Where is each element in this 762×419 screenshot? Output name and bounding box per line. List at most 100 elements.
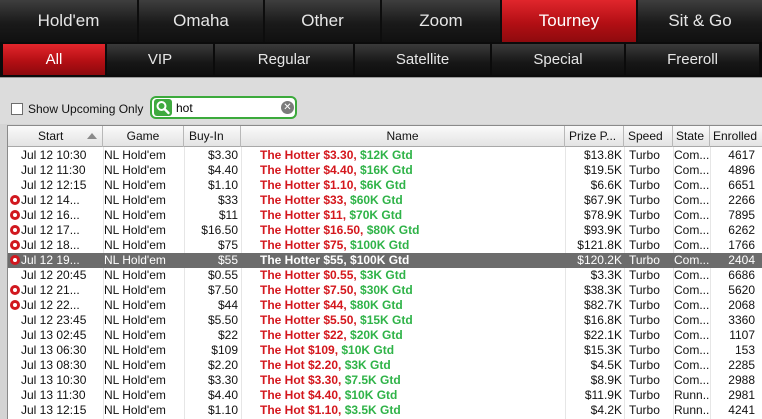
- table-row[interactable]: Jul 12 23:45 NL Hold'em $5.50 $16.8K Turbo Co…: [8, 313, 762, 328]
- cell-enrolled: 2404: [728, 253, 755, 267]
- table-row[interactable]: Jul 12 17... NL Hold'em $16.50 $93.9K Turbo C…: [8, 223, 762, 238]
- cell-state: Com...: [674, 238, 710, 252]
- cell-state: Com...: [674, 253, 710, 267]
- cell-state: Runn...: [674, 388, 710, 402]
- col-state[interactable]: State: [673, 126, 710, 147]
- sort-ascending-icon: [87, 133, 97, 139]
- featured-star-icon: [10, 225, 20, 235]
- cell-state: Com...: [674, 328, 710, 342]
- cell-enrolled: 2068: [728, 298, 755, 312]
- cell-buyin: $2.20: [207, 358, 238, 372]
- cell-start: Jul 12 20:45: [21, 268, 87, 282]
- col-enrolled[interactable]: Enrolled: [710, 126, 762, 147]
- tournament-name: The Hot $1.10,: [260, 403, 345, 417]
- featured-star-icon: [10, 210, 20, 220]
- cell-speed: Turbo: [629, 343, 660, 357]
- cell-game: NL Hold'em: [104, 163, 166, 177]
- cell-prize: $120.2K: [577, 253, 622, 267]
- tab-tourney[interactable]: Tourney: [502, 0, 636, 42]
- col-buyin[interactable]: Buy-In: [184, 126, 241, 147]
- checkbox-box[interactable]: [11, 103, 23, 115]
- cell-buyin: $4.40: [207, 163, 238, 177]
- table-row[interactable]: Jul 13 10:30 NL Hold'em $3.30 $8.9K Turbo Com…: [8, 373, 762, 388]
- cell-enrolled: 5620: [728, 283, 755, 297]
- clear-search-icon[interactable]: ✕: [281, 101, 294, 114]
- guarantee-amount: $30K Gtd: [360, 283, 413, 297]
- tab-satellite[interactable]: Satellite: [355, 44, 490, 75]
- table-row[interactable]: Jul 12 20:45 NL Hold'em $0.55 $3.3K Turbo Com…: [8, 268, 762, 283]
- tab-all[interactable]: All: [3, 44, 105, 75]
- table-header: Start Game Buy-In Name Prize P... Speed …: [8, 126, 762, 147]
- table-row[interactable]: Jul 13 02:45 NL Hold'em $22 $22.1K Turbo Com.…: [8, 328, 762, 343]
- table-row[interactable]: Jul 13 11:30 NL Hold'em $4.40 $11.9K Turbo Ru…: [8, 388, 762, 403]
- guarantee-amount: $70K Gtd: [349, 208, 403, 222]
- guarantee-amount: $100K Gtd: [350, 253, 410, 267]
- search-icon: [154, 99, 172, 116]
- cell-buyin: $16.50: [201, 223, 238, 237]
- col-speed[interactable]: Speed: [624, 126, 673, 147]
- table-row[interactable]: Jul 12 14... NL Hold'em $33 $67.9K Turbo Com.…: [8, 193, 762, 208]
- cell-buyin: $11: [218, 208, 238, 222]
- col-game[interactable]: Game: [103, 126, 184, 147]
- tab-omaha[interactable]: Omaha: [139, 0, 263, 42]
- cell-buyin: $75: [217, 238, 238, 252]
- cell-prize: $4.2K: [590, 403, 622, 417]
- cell-enrolled: 2266: [728, 193, 755, 207]
- guarantee-amount: $3.5K Gtd: [344, 403, 401, 417]
- cell-prize: $8.9K: [590, 373, 622, 387]
- tournament-name: The Hotter $11,: [260, 208, 350, 222]
- table-row[interactable]: Jul 12 12:15 NL Hold'em $1.10 $6.6K Turbo Com…: [8, 178, 762, 193]
- guarantee-amount: $12K Gtd: [360, 148, 413, 162]
- cell-start: Jul 13 02:45: [21, 328, 87, 342]
- tab-vip[interactable]: VIP: [107, 44, 213, 75]
- table-row[interactable]: Jul 12 22... NL Hold'em $44 $82.7K Turbo Com.…: [8, 298, 762, 313]
- cell-name: The Hotter $33, $60K Gtd: [260, 193, 560, 208]
- cell-game: NL Hold'em: [104, 148, 166, 162]
- poker-lobby: Hold'em Omaha Other Zoom Tourney Sit & G…: [0, 0, 762, 419]
- cell-prize: $38.3K: [583, 283, 622, 297]
- guarantee-amount: $10K Gtd: [341, 343, 395, 357]
- guarantee-amount: $3K Gtd: [344, 358, 391, 372]
- cell-game: NL Hold'em: [104, 343, 166, 357]
- table-row[interactable]: Jul 13 12:15 NL Hold'em $1.10 $4.2K Turbo Run…: [8, 403, 762, 418]
- col-name[interactable]: Name: [241, 126, 565, 147]
- col-prize-pool[interactable]: Prize P...: [565, 126, 624, 147]
- cell-game: NL Hold'em: [104, 403, 166, 417]
- tab-sit-and-go[interactable]: Sit & Go: [638, 0, 762, 42]
- tournament-name: The Hot $109,: [260, 343, 342, 357]
- tab-freeroll[interactable]: Freeroll: [626, 44, 759, 75]
- cell-speed: Turbo: [629, 178, 660, 192]
- tab-zoom[interactable]: Zoom: [382, 0, 500, 42]
- col-start[interactable]: Start: [8, 126, 103, 147]
- tournament-name: The Hot $3.30,: [260, 373, 345, 387]
- tab-holdem[interactable]: Hold'em: [0, 0, 137, 42]
- cell-speed: Turbo: [629, 313, 660, 327]
- cell-start: Jul 13 06:30: [21, 343, 87, 357]
- cell-prize: $4.5K: [590, 358, 622, 372]
- cell-speed: Turbo: [629, 163, 660, 177]
- table-body: Jul 12 10:30 NL Hold'em $3.30 $13.8K Turbo Co…: [8, 148, 762, 418]
- cell-speed: Turbo: [629, 193, 660, 207]
- tab-special[interactable]: Special: [492, 44, 624, 75]
- tournament-name: The Hotter $5.50,: [260, 313, 361, 327]
- cell-enrolled: 6686: [728, 268, 755, 282]
- show-upcoming-checkbox[interactable]: Show Upcoming Only: [11, 102, 143, 116]
- cell-game: NL Hold'em: [104, 358, 166, 372]
- table-row[interactable]: Jul 12 10:30 NL Hold'em $3.30 $13.8K Turbo Co…: [8, 148, 762, 163]
- search-box[interactable]: ✕: [150, 96, 297, 119]
- tab-regular[interactable]: Regular: [215, 44, 353, 75]
- table-row[interactable]: Jul 13 06:30 NL Hold'em $109 $15.3K Turbo Com…: [8, 343, 762, 358]
- table-row[interactable]: Jul 12 21... NL Hold'em $7.50 $38.3K Turbo Co…: [8, 283, 762, 298]
- table-row[interactable]: Jul 13 08:30 NL Hold'em $2.20 $4.5K Turbo Com…: [8, 358, 762, 373]
- table-row[interactable]: Jul 12 16... NL Hold'em $11 $78.9K Turbo Com.…: [8, 208, 762, 223]
- cell-state: Com...: [674, 208, 710, 222]
- cell-game: NL Hold'em: [104, 268, 166, 282]
- table-row[interactable]: Jul 12 18... NL Hold'em $75 $121.8K Turbo Com…: [8, 238, 762, 253]
- table-row[interactable]: Jul 12 11:30 NL Hold'em $4.40 $19.5K Turbo Co…: [8, 163, 762, 178]
- cell-state: Com...: [674, 298, 710, 312]
- tab-other[interactable]: Other: [265, 0, 380, 42]
- table-row[interactable]: Jul 12 19... NL Hold'em $55 $120.2K Turbo Com…: [8, 253, 762, 268]
- cell-speed: Turbo: [629, 253, 660, 267]
- cell-buyin: $44: [217, 298, 238, 312]
- search-input[interactable]: [176, 99, 276, 116]
